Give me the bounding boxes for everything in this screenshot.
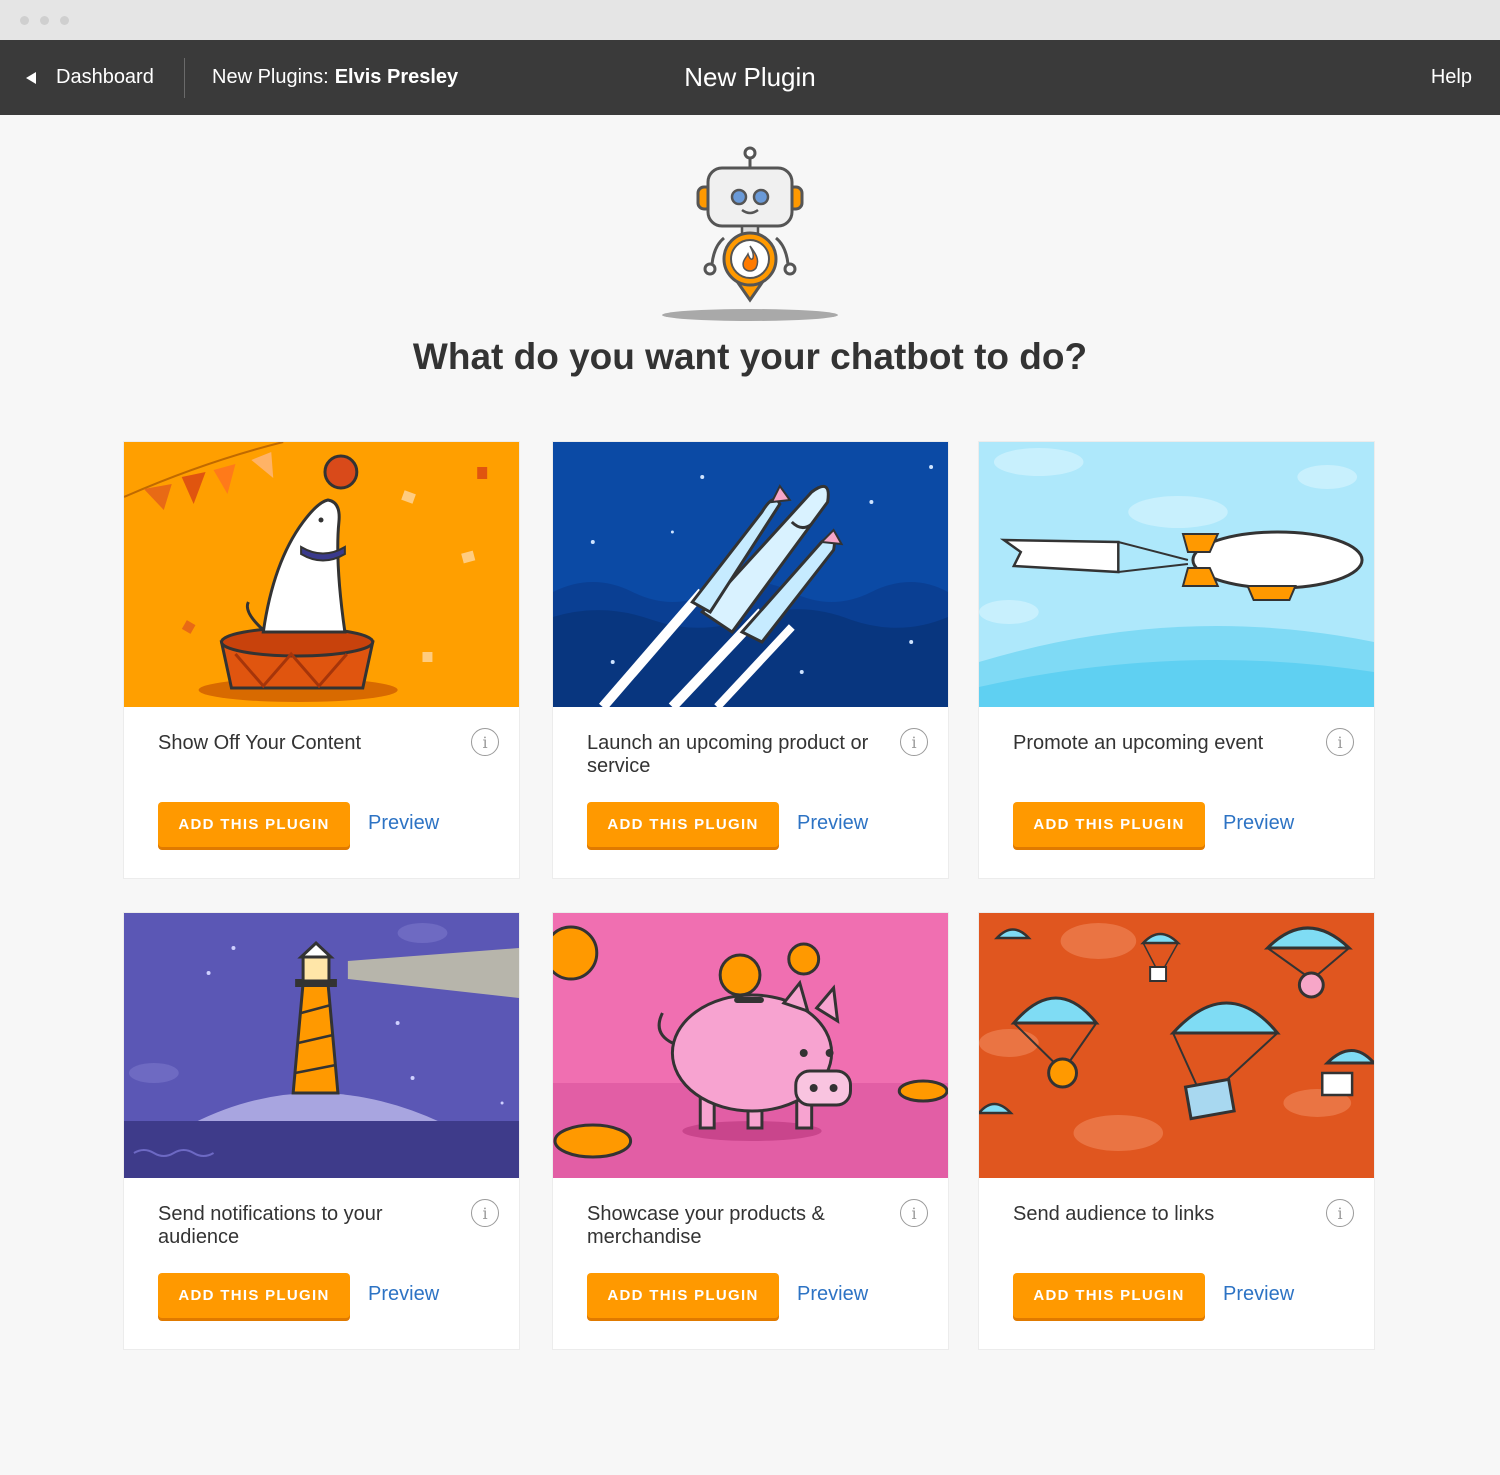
plugin-card-send-notifications: Send notifications to your audience i AD…	[123, 912, 520, 1350]
plugin-card-launch-product: Launch an upcoming product or service i …	[552, 441, 949, 879]
preview-link[interactable]: Preview	[368, 812, 439, 835]
window-chrome	[0, 0, 1500, 40]
help-link[interactable]: Help	[1431, 40, 1472, 115]
page-title: New Plugin	[684, 62, 816, 92]
preview-link[interactable]: Preview	[1223, 812, 1294, 835]
preview-link[interactable]: Preview	[797, 812, 868, 835]
top-navigation-bar: Dashboard New Plugins: Elvis Presley New…	[0, 40, 1500, 115]
window-dot-close[interactable]	[20, 16, 29, 25]
add-this-plugin-button[interactable]: ADD THIS PLUGIN	[587, 1273, 779, 1318]
seal-ball-illustration	[124, 442, 519, 707]
piggy-bank-illustration	[553, 913, 948, 1178]
add-this-plugin-button[interactable]: ADD THIS PLUGIN	[587, 802, 779, 847]
window-dot-minimize[interactable]	[40, 16, 49, 25]
plugin-card-title: Show Off Your Content	[158, 732, 362, 754]
info-icon[interactable]: i	[900, 728, 928, 756]
plugin-card-promote-event: Promote an upcoming event i ADD THIS PLU…	[978, 441, 1375, 879]
info-icon[interactable]: i	[471, 728, 499, 756]
plugin-card-show-off-content: Show Off Your Content i ADD THIS PLUGIN …	[123, 441, 520, 879]
preview-link[interactable]: Preview	[1223, 1283, 1294, 1306]
chatbot-robot-icon	[696, 146, 804, 303]
parachutes-illustration	[979, 913, 1374, 1178]
main-question-heading: What do you want your chatbot to do?	[412, 336, 1088, 377]
window-dot-maximize[interactable]	[60, 16, 69, 25]
plugin-card-showcase-products: Showcase your products & merchandise i A…	[552, 912, 949, 1350]
plugin-card-title: Showcase your products & merchandise	[587, 1203, 825, 1248]
blimp-banner-illustration	[979, 442, 1374, 707]
plugin-card-title: Send audience to links	[1013, 1203, 1215, 1225]
plugin-card-title: Launch an upcoming product or service	[587, 732, 869, 777]
plugin-card-title: Send notifications to your audience	[158, 1203, 383, 1248]
info-icon[interactable]: i	[471, 1199, 499, 1227]
add-this-plugin-button[interactable]: ADD THIS PLUGIN	[158, 1273, 350, 1318]
info-icon[interactable]: i	[1326, 728, 1354, 756]
preview-link[interactable]: Preview	[368, 1283, 439, 1306]
plugin-card-title: Promote an upcoming event	[1013, 732, 1264, 754]
add-this-plugin-button[interactable]: ADD THIS PLUGIN	[1013, 802, 1205, 847]
plugin-card-send-to-links: Send audience to links i ADD THIS PLUGIN…	[978, 912, 1375, 1350]
add-this-plugin-button[interactable]: ADD THIS PLUGIN	[1013, 1273, 1205, 1318]
info-icon[interactable]: i	[900, 1199, 928, 1227]
lighthouse-illustration	[124, 913, 519, 1178]
info-icon[interactable]: i	[1326, 1199, 1354, 1227]
robot-shadow	[662, 309, 838, 321]
add-this-plugin-button[interactable]: ADD THIS PLUGIN	[158, 802, 350, 847]
preview-link[interactable]: Preview	[797, 1283, 868, 1306]
rocket-illustration	[553, 442, 948, 707]
